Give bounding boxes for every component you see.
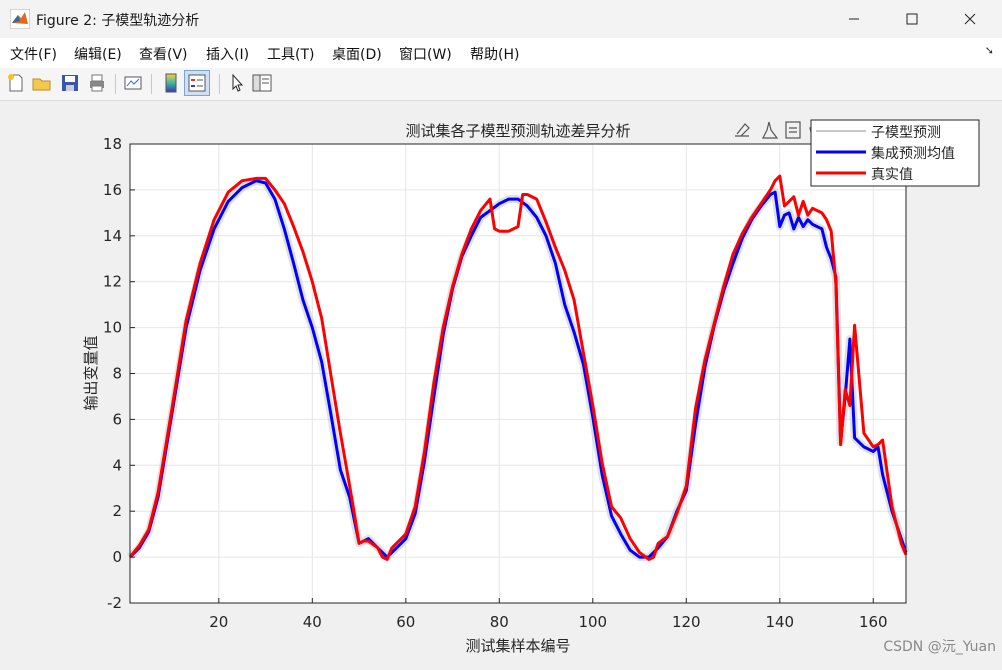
legend-label-submodel: 子模型预测 xyxy=(871,125,941,141)
maximize-button[interactable] xyxy=(884,0,940,38)
save-icon[interactable] xyxy=(59,72,81,94)
y-axis-label: 输出变量值 xyxy=(82,335,100,410)
y-tick-label: 2 xyxy=(112,502,122,520)
matlab-icon xyxy=(10,9,30,29)
x-axis-label: 测试集样本编号 xyxy=(465,637,570,655)
link-plot-icon[interactable] xyxy=(122,72,144,94)
y-tick-label: 18 xyxy=(103,135,122,153)
window-title: Figure 2: 子模型轨迹分析 xyxy=(36,13,200,29)
x-tick-label: 60 xyxy=(396,613,415,631)
y-tick-label: 16 xyxy=(103,181,122,199)
minimize-button[interactable] xyxy=(826,0,882,38)
menu-edit[interactable]: 编辑(E) xyxy=(74,44,122,64)
menu-insert[interactable]: 插入(I) xyxy=(206,44,249,64)
legend-icon xyxy=(188,74,206,92)
pan-icon[interactable] xyxy=(785,121,801,139)
menu-file[interactable]: 文件(F) xyxy=(10,44,57,64)
x-tick-label: 40 xyxy=(303,613,322,631)
maximize-icon xyxy=(906,13,918,25)
chart-title: 测试集各子模型预测轨迹差异分析 xyxy=(405,122,630,140)
y-tick-label: 6 xyxy=(112,410,122,428)
print-icon[interactable] xyxy=(86,72,108,94)
open-file-icon[interactable] xyxy=(31,72,53,94)
brush-icon[interactable] xyxy=(735,123,750,137)
x-tick-label: 80 xyxy=(490,613,509,631)
close-icon xyxy=(964,13,976,25)
x-tick-label: 160 xyxy=(859,613,888,631)
y-tick-label: 8 xyxy=(112,365,122,383)
new-figure-icon[interactable] xyxy=(5,72,27,94)
legend-label-ensemble: 集成预测均值 xyxy=(871,145,955,162)
menu-tools[interactable]: 工具(T) xyxy=(267,44,314,64)
x-tick-label: 100 xyxy=(578,613,607,631)
edit-plot-icon[interactable] xyxy=(226,72,248,94)
y-tick-label: 0 xyxy=(112,548,122,566)
legend-button[interactable] xyxy=(184,70,210,96)
y-tick-label: -2 xyxy=(107,594,122,612)
title-bar: Figure 2: 子模型轨迹分析 xyxy=(0,0,1002,38)
x-tick-label: 140 xyxy=(765,613,794,631)
menu-desktop[interactable]: 桌面(D) xyxy=(332,44,382,64)
y-tick-label: 4 xyxy=(112,456,122,474)
y-tick-label: 12 xyxy=(103,273,122,291)
menu-view[interactable]: 查看(V) xyxy=(139,44,188,64)
menu-help[interactable]: 帮助(H) xyxy=(470,44,519,64)
minimize-icon xyxy=(849,18,859,20)
data-tips-icon[interactable] xyxy=(762,121,779,139)
toolbar-separator xyxy=(151,74,152,94)
figure-canvas[interactable]: 20 40 60 80 100 120 140 160 -2 0 2 4 6 8 10 12 14 16 18 测… xyxy=(0,101,1002,666)
y-tick-label: 10 xyxy=(103,319,122,337)
legend[interactable]: 子模型预测 集成预测均值 真实值 xyxy=(810,119,980,187)
x-tick-label: 120 xyxy=(672,613,701,631)
watermark: CSDN @沅_Yuan xyxy=(883,639,996,655)
close-button[interactable] xyxy=(942,0,998,38)
colorbar-icon[interactable] xyxy=(160,72,182,94)
menu-bar: 文件(F) 编辑(E) 查看(V) 插入(I) 工具(T) 桌面(D) 窗口(W… xyxy=(0,38,1002,68)
chart[interactable]: 20 40 60 80 100 120 140 160 -2 0 2 4 6 8 10 12 14 16 18 测… xyxy=(0,101,1002,666)
toolbar-separator xyxy=(115,74,116,94)
property-inspector-icon[interactable] xyxy=(251,72,273,94)
y-tick-label: 14 xyxy=(103,227,122,245)
legend-label-true: 真实值 xyxy=(871,167,913,183)
figure-toolbar xyxy=(0,68,1002,101)
x-tick-label: 20 xyxy=(209,613,228,631)
toolbar-separator xyxy=(219,74,220,94)
menu-dock-arrow-icon[interactable]: ➘ xyxy=(985,44,994,57)
menu-window[interactable]: 窗口(W) xyxy=(399,44,452,64)
